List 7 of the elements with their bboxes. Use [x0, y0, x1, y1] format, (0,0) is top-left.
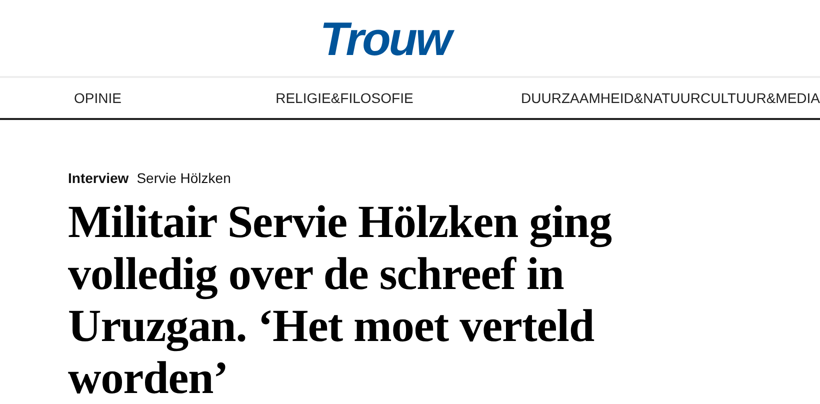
nav-link[interactable]: OPINIE [74, 90, 276, 106]
tag-link[interactable]: Servie Hölzken [136, 170, 231, 186]
nav-link[interactable]: RELIGIE&FILOSOFIE [276, 90, 522, 106]
nav-link[interactable]: DUURZAAMHEID&NATUUR [521, 90, 700, 106]
headline: Militair Servie Hölzken ging volledig over de schreef in Uruzgan. ‘Het moet verteld worden’ [68, 196, 612, 404]
nav-link[interactable]: CULTUUR&MEDIA [700, 90, 820, 106]
category-label[interactable]: Interview [68, 170, 129, 186]
